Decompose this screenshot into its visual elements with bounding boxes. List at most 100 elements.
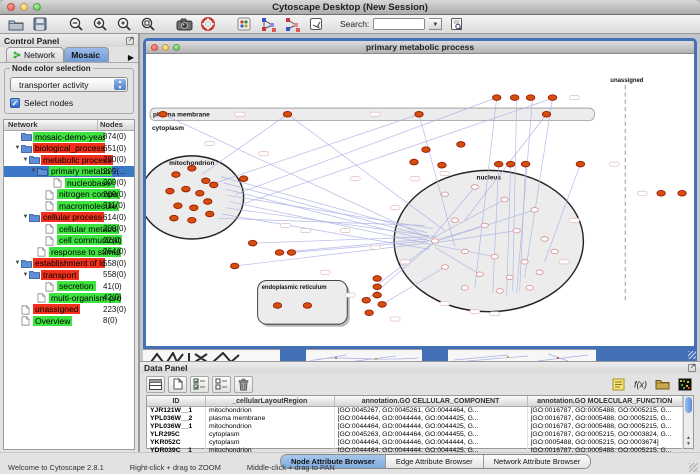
table-row[interactable]: YLR295Ccytoplasm[GO:0045263, GO:0044464,… bbox=[147, 431, 683, 439]
tree-row-cellular-metabo[interactable]: cellular metabo209(0) bbox=[4, 223, 134, 235]
node-unselected[interactable] bbox=[441, 265, 448, 270]
node-unselected[interactable] bbox=[496, 289, 503, 294]
search-dropdown-icon[interactable]: ▼ bbox=[429, 18, 442, 30]
node-unselected[interactable] bbox=[461, 249, 468, 254]
node-unselected[interactable] bbox=[526, 286, 533, 291]
table-cell[interactable]: [GO:0005488, GO:0005215, GO:0003674] bbox=[528, 439, 683, 447]
node-selected[interactable] bbox=[174, 203, 182, 209]
node-selected[interactable] bbox=[166, 188, 174, 194]
zoom-in-icon[interactable] bbox=[90, 16, 110, 33]
node-unselected[interactable] bbox=[431, 239, 438, 244]
notes-icon[interactable] bbox=[609, 376, 628, 393]
zoom-fit-icon[interactable] bbox=[114, 16, 134, 33]
help-lifesaver-icon[interactable] bbox=[198, 16, 218, 33]
node-selected[interactable] bbox=[303, 303, 311, 309]
save-icon[interactable] bbox=[30, 16, 50, 33]
table-cell[interactable]: cytoplasm bbox=[206, 431, 335, 439]
tree-row-mosaic-demo-yeast[interactable]: mosaic-demo-yeast874(0) bbox=[4, 131, 134, 143]
table-cell[interactable]: YPL036W__2 bbox=[147, 415, 206, 423]
table-cell[interactable]: [GO:0045267, GO:0045261, GO:0044464, G..… bbox=[335, 407, 528, 415]
node-unselected[interactable] bbox=[536, 270, 543, 275]
tree-row-response-to-stimul[interactable]: response to stimul264(0) bbox=[4, 246, 134, 258]
table-row[interactable]: YPL036W__2plasma membrane[GO:0044464, GO… bbox=[147, 415, 683, 423]
scrollbar-thumb[interactable] bbox=[685, 397, 692, 413]
background-window[interactable] bbox=[143, 349, 280, 361]
attribute-matrix-icon[interactable] bbox=[675, 376, 694, 393]
node-selected[interactable] bbox=[373, 292, 381, 298]
node-selected[interactable] bbox=[172, 172, 180, 178]
node-selected[interactable] bbox=[170, 215, 178, 221]
select-attributes-icon[interactable] bbox=[190, 376, 209, 393]
table-cell[interactable]: YLR295C bbox=[147, 431, 206, 439]
tab-edge-attribute-browser[interactable]: Edge Attribute Browser bbox=[386, 455, 484, 468]
node-selected[interactable] bbox=[202, 178, 210, 184]
network-canvas[interactable]: plasma membranecytoplasmmitochondrionnuc… bbox=[146, 54, 694, 346]
open-folder-icon[interactable] bbox=[6, 16, 26, 33]
table-cell[interactable]: [GO:0044464, GO:0044444, GO:0044425, G..… bbox=[335, 423, 528, 431]
tree-row-biological-process[interactable]: ▼biological_process651(0) bbox=[4, 143, 134, 155]
tree-row-multi-organism-pro[interactable]: multi-organism pro42(0) bbox=[4, 292, 134, 304]
node-unselected[interactable] bbox=[441, 192, 448, 197]
background-window-frame[interactable] bbox=[422, 349, 448, 361]
node-selected[interactable] bbox=[495, 161, 503, 167]
tree-row-establishment-of-lo[interactable]: ▼establishment of lo558(0) bbox=[4, 258, 134, 270]
node-selected[interactable] bbox=[438, 162, 446, 168]
background-window-frame[interactable] bbox=[596, 349, 697, 361]
tree-row-nucleobase-[interactable]: nucleobase-209(0) bbox=[4, 177, 134, 189]
node-selected[interactable] bbox=[365, 310, 373, 316]
node-selected[interactable] bbox=[159, 111, 167, 117]
attribute-table-icon[interactable] bbox=[146, 376, 165, 393]
node-selected[interactable] bbox=[415, 111, 423, 117]
node-selected[interactable] bbox=[273, 303, 281, 309]
node-unselected[interactable] bbox=[501, 197, 508, 202]
zoom-out-icon[interactable] bbox=[66, 16, 86, 33]
disclosure-triangle-icon[interactable]: ▼ bbox=[22, 272, 29, 278]
table-cell[interactable]: [GO:0016787, GO:0005215, GO:0003824, G..… bbox=[528, 431, 683, 439]
column-header[interactable]: ID bbox=[147, 396, 206, 406]
function-builder-icon[interactable]: f(x) bbox=[631, 376, 650, 393]
node-color-combobox[interactable]: transporter activity ▲▼ bbox=[10, 77, 128, 92]
node-selected[interactable] bbox=[196, 190, 204, 196]
table-cell[interactable]: YPL036W__1 bbox=[147, 423, 206, 431]
node-selected[interactable] bbox=[373, 276, 381, 282]
network-graph[interactable]: plasma membranecytoplasmmitochondrionnuc… bbox=[146, 54, 694, 346]
node-selected[interactable] bbox=[493, 95, 501, 101]
column-header[interactable]: _cellularLayoutRegion bbox=[206, 396, 335, 406]
node-selected[interactable] bbox=[182, 186, 190, 192]
tab-overflow-icon[interactable]: ▶ bbox=[126, 53, 136, 62]
node-selected[interactable] bbox=[542, 111, 550, 117]
disclosure-triangle-icon[interactable]: ▼ bbox=[14, 145, 21, 151]
node-unselected[interactable] bbox=[451, 218, 458, 223]
unselect-attributes-icon[interactable] bbox=[212, 376, 231, 393]
search-options-icon[interactable] bbox=[446, 16, 466, 33]
table-cell[interactable]: mitochondrion bbox=[206, 407, 335, 415]
table-cell[interactable]: YKR052C bbox=[147, 439, 206, 447]
table-cell[interactable]: [GO:0045263, GO:0044464, GO:0044455, G..… bbox=[335, 431, 528, 439]
node-selected[interactable] bbox=[188, 166, 196, 172]
node-selected[interactable] bbox=[239, 176, 247, 182]
tree-row-secretion[interactable]: secretion41(0) bbox=[4, 281, 134, 293]
tree-row-macromolecule[interactable]: macromolecule311(0) bbox=[4, 200, 134, 212]
tree-row-primary-metabo[interactable]: ▼primary metabo209(... bbox=[4, 166, 134, 178]
node-unselected[interactable] bbox=[541, 237, 548, 242]
background-window[interactable] bbox=[306, 349, 422, 361]
table-cell[interactable]: YJR121W__1 bbox=[147, 407, 206, 415]
node-unselected[interactable] bbox=[513, 228, 520, 233]
tree-row-cellular-process[interactable]: ▼cellular process614(0) bbox=[4, 212, 134, 224]
node-selected[interactable] bbox=[373, 284, 381, 290]
node-selected[interactable] bbox=[206, 211, 214, 217]
tab-network-attribute-browser[interactable]: Network Attribute Browser bbox=[484, 455, 591, 468]
select-network-icon[interactable] bbox=[282, 16, 302, 33]
tree-column-network[interactable]: Network bbox=[4, 120, 98, 130]
table-cell[interactable]: plasma membrane bbox=[206, 415, 335, 423]
zoom-selected-icon[interactable] bbox=[138, 16, 158, 33]
table-row[interactable]: YKR052Ccytoplasm[GO:0044464, GO:0044446,… bbox=[147, 439, 683, 447]
node-selected[interactable] bbox=[410, 159, 418, 165]
node-selected[interactable] bbox=[378, 302, 386, 308]
node-selected[interactable] bbox=[548, 95, 556, 101]
node-selected[interactable] bbox=[526, 95, 534, 101]
float-data-panel-icon[interactable] bbox=[688, 364, 696, 372]
tree-row-cell-communicat[interactable]: cell communicat22(0) bbox=[4, 235, 134, 247]
node-unselected[interactable] bbox=[461, 286, 468, 291]
node-unselected[interactable] bbox=[476, 272, 483, 277]
